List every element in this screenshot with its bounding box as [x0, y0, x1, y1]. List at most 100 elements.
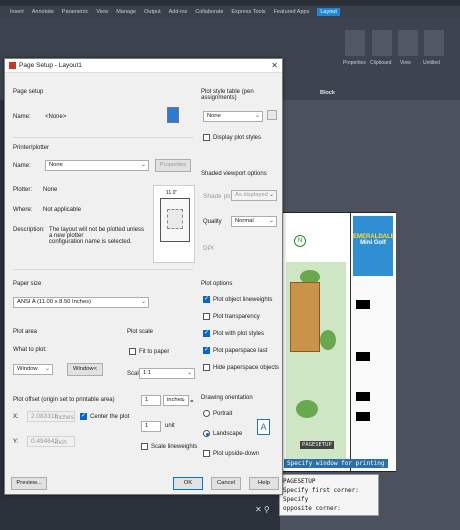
- portrait-label: Portrait: [213, 411, 233, 417]
- page-setup-name-value: <None>: [45, 114, 67, 120]
- clipboard-ribbon-button[interactable]: [372, 30, 392, 56]
- landscape-label: Landscape: [213, 431, 243, 437]
- north-arrow-icon: N: [294, 235, 306, 247]
- hide-paperspace-checkbox[interactable]: [203, 364, 210, 371]
- properties-ribbon-button[interactable]: [345, 30, 365, 56]
- untitled-ribbon-button[interactable]: [424, 30, 444, 56]
- orientation-preview-icon: A: [257, 419, 270, 435]
- where-label: Where:: [13, 207, 33, 213]
- ribbon-tab[interactable]: Express Tools: [231, 9, 265, 15]
- edit-plot-style-icon[interactable]: [267, 110, 277, 120]
- ribbon-tab-active[interactable]: Layout: [317, 8, 340, 16]
- dialog-titlebar: Page Setup - Layout1: [5, 59, 282, 73]
- preview-width-label: 11.0": [166, 190, 178, 196]
- fit-to-paper-label: Fit to paper: [139, 349, 170, 355]
- shade-plot-dropdown[interactable]: As displayed ⌄: [231, 190, 277, 201]
- description-value: The layout will not be plotted unless a …: [49, 227, 149, 245]
- chevron-down-icon: ⌄: [140, 162, 146, 168]
- command-line[interactable]: PAGESETUP Specify first corner: Specify …: [279, 474, 379, 516]
- what-to-plot-dropdown[interactable]: Window ⌄: [13, 364, 53, 375]
- printer-name-dropdown[interactable]: None ⌄: [45, 160, 149, 171]
- y-offset-unit: inch: [55, 439, 67, 446]
- scale-units-input[interactable]: 1: [141, 421, 161, 432]
- plot-style-value: None: [207, 113, 221, 119]
- page-setup-section-label: Page setup: [13, 89, 44, 95]
- plot-option-label: Plot object lineweights: [213, 297, 273, 303]
- page-setup-dialog: Page Setup - Layout1 ✕ Page setup Name: …: [4, 58, 283, 495]
- ribbon-tab[interactable]: Annotate: [32, 9, 54, 15]
- command-tooltip: PAGESETUP: [300, 441, 334, 449]
- ribbon-tab[interactable]: Manage: [116, 9, 136, 15]
- title-block-tag: [356, 300, 370, 309]
- window-button[interactable]: Window<: [67, 363, 103, 376]
- cancel-button[interactable]: Cancel: [211, 477, 241, 490]
- plot-transparency-checkbox[interactable]: [203, 313, 210, 320]
- where-value: Not applicable: [43, 207, 82, 213]
- fit-to-paper-checkbox[interactable]: [129, 348, 136, 355]
- ribbon-tab[interactable]: Insert: [10, 9, 24, 15]
- properties-button[interactable]: Properties: [155, 159, 191, 172]
- view-ribbon-button[interactable]: [398, 30, 418, 56]
- command-line-close-icon[interactable]: ✕ ⚲: [255, 505, 270, 514]
- ribbon-tab[interactable]: Output: [144, 9, 161, 15]
- scale-unit-dropdown[interactable]: inches ⌄: [163, 395, 189, 406]
- ribbon-tab[interactable]: Add-ins: [169, 9, 188, 15]
- divider: [13, 137, 193, 138]
- chevron-down-icon: ⌄: [254, 113, 260, 119]
- prompt-tooltip: Specify window for printing: [284, 459, 388, 468]
- dialog-title: Page Setup - Layout1: [19, 62, 82, 69]
- title-block-tag: [356, 352, 370, 361]
- title-block-tag: [356, 412, 370, 421]
- plot-style-dropdown[interactable]: None ⌄: [203, 111, 263, 122]
- ribbon-tab[interactable]: Parametric: [62, 9, 89, 15]
- ribbon-label: Untitled: [423, 60, 440, 66]
- plot-options-section-label: Plot options: [201, 281, 233, 287]
- upside-down-checkbox[interactable]: [203, 450, 210, 457]
- center-plot-checkbox[interactable]: [80, 412, 87, 420]
- ribbon-label: Properties: [343, 60, 366, 66]
- plot-with-styles-checkbox[interactable]: [203, 329, 210, 337]
- close-icon[interactable]: ✕: [271, 61, 278, 70]
- chevron-down-icon: ⌄: [180, 397, 186, 403]
- landscape-radio[interactable]: [203, 430, 210, 437]
- plot-option-label: Plot transparency: [213, 314, 260, 320]
- command-line-entry: Specify first corner: Specify: [283, 487, 359, 503]
- upside-down-label: Plot upside-down: [213, 451, 260, 457]
- ok-button[interactable]: OK: [173, 477, 203, 490]
- center-plot-label: Center the plot: [90, 414, 130, 420]
- paper-size-dropdown[interactable]: ANSI A (11.00 x 8.50 Inches) ⌄: [13, 297, 149, 308]
- x-offset-unit: inches: [55, 414, 74, 421]
- display-plot-styles-label: Display plot styles: [213, 135, 262, 141]
- description-line: configuration name is selected.: [49, 239, 132, 245]
- quality-dropdown[interactable]: Normal ⌄: [231, 216, 277, 227]
- plot-lineweights-checkbox[interactable]: [203, 295, 210, 303]
- preview-button[interactable]: Preview...: [11, 477, 47, 490]
- scale-lineweights-checkbox[interactable]: [141, 443, 148, 450]
- paper-size-value: ANSI A (11.00 x 8.50 Inches): [17, 299, 92, 305]
- ribbon-tab[interactable]: View: [96, 9, 108, 15]
- ribbon-label: Clipboard: [370, 60, 392, 66]
- portrait-radio[interactable]: [203, 410, 210, 417]
- dpi-label: DPI: [203, 245, 214, 252]
- shaded-viewport-section-label: Shaded viewport options: [201, 171, 267, 177]
- brick-area: [290, 282, 320, 352]
- orientation-section-label: Drawing orientation: [201, 395, 253, 401]
- scale-inches-input[interactable]: 1: [141, 395, 161, 406]
- paperspace-last-checkbox[interactable]: [203, 346, 210, 354]
- preview-sheet: [160, 198, 190, 242]
- tree-shape: [320, 330, 336, 350]
- scale-dropdown[interactable]: 1:1 ⌄: [139, 368, 195, 379]
- printer-section-label: Printer/plotter: [13, 145, 50, 151]
- chevron-down-icon: ⌄: [268, 192, 274, 198]
- y-offset-input[interactable]: 0.494642: [27, 436, 75, 447]
- ribbon-tab[interactable]: Featured Apps: [274, 9, 310, 15]
- scale-units-label: unit: [165, 423, 175, 429]
- what-to-plot-label: What to plot:: [13, 347, 47, 353]
- display-plot-styles-checkbox[interactable]: [203, 134, 210, 141]
- plot-scale-section-label: Plot scale: [127, 329, 154, 335]
- ribbon-tab[interactable]: Collaborate: [195, 9, 223, 15]
- block-panel-label[interactable]: Block: [320, 90, 335, 96]
- help-button[interactable]: Help: [249, 477, 279, 490]
- app-icon: [9, 62, 16, 69]
- scale-lineweights-label: Scale lineweights: [151, 444, 198, 450]
